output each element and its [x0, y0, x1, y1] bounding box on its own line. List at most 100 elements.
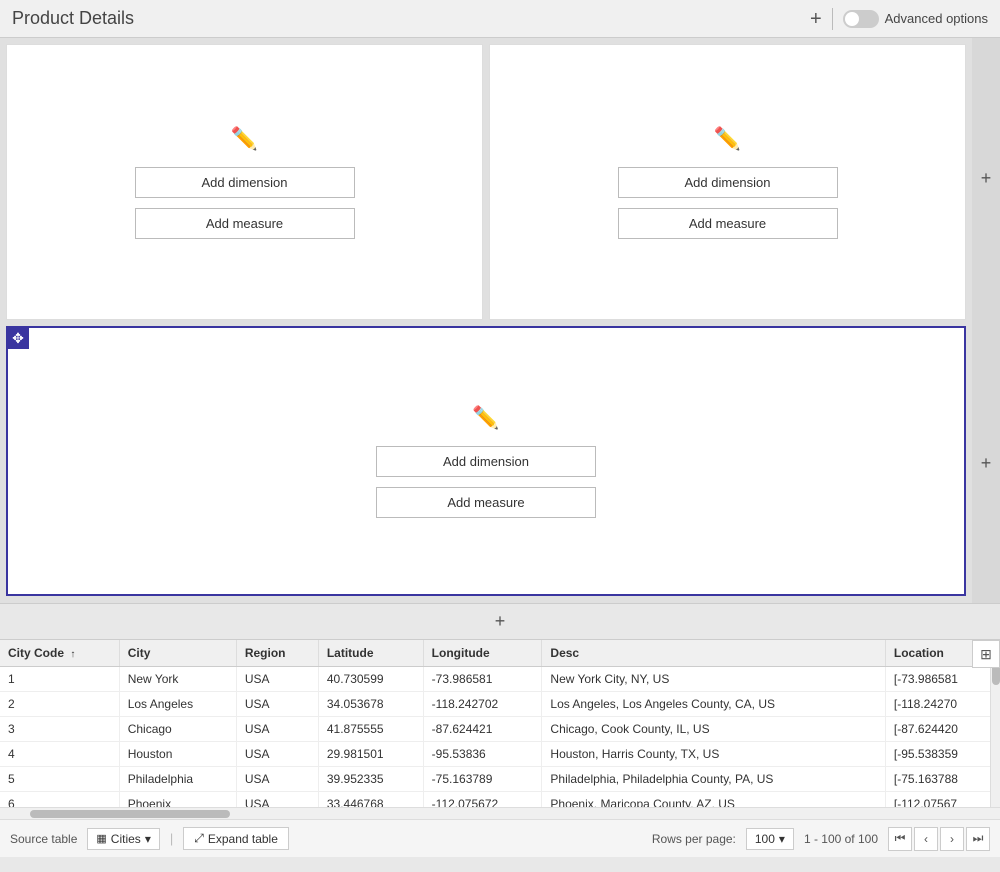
col-region[interactable]: Region [236, 640, 318, 667]
wand-icon-bottom: ✏️ [472, 405, 499, 431]
cell-location: [-73.986581 [885, 667, 1000, 692]
table-body: 1New YorkUSA40.730599-73.986581New York … [0, 667, 1000, 808]
right-sidebar: + + [972, 38, 1000, 603]
data-table: City Code ↑ City Region Latitude Longitu… [0, 640, 1000, 807]
sidebar-plus-bottom[interactable]: + [981, 453, 992, 474]
prev-page-btn[interactable]: ‹ [914, 827, 938, 851]
rows-chevron: ▾ [779, 832, 785, 846]
table-section: ⊞ City Code ↑ City Region Latitude Longi… [0, 639, 1000, 857]
table-row: 1New YorkUSA40.730599-73.986581New York … [0, 667, 1000, 692]
expand-table-divider: | [170, 831, 173, 846]
top-right-widget: ✏️ Add dimension Add measure [489, 44, 966, 320]
add-row-icon[interactable]: + [495, 611, 506, 632]
cell-longitude: -112.075672 [423, 792, 542, 808]
cell-latitude: 39.952335 [318, 767, 423, 792]
cell-region: USA [236, 667, 318, 692]
cell-region: USA [236, 767, 318, 792]
cell-region: USA [236, 692, 318, 717]
cell-city: New York [119, 667, 236, 692]
table-row: 2Los AngelesUSA34.053678-118.242702Los A… [0, 692, 1000, 717]
cell-longitude: -118.242702 [423, 692, 542, 717]
table-header-row: City Code ↑ City Region Latitude Longitu… [0, 640, 1000, 667]
add-row-bar[interactable]: + [0, 603, 1000, 639]
add-dimension-btn-top-left[interactable]: Add dimension [135, 167, 355, 198]
top-left-widget: ✏️ Add dimension Add measure [6, 44, 483, 320]
cell-location: [-118.24270 [885, 692, 1000, 717]
cell-longitude: -95.53836 [423, 742, 542, 767]
cell-city: Phoenix [119, 792, 236, 808]
add-dimension-btn-bottom[interactable]: Add dimension [376, 446, 596, 477]
cell-location: [-87.624420 [885, 717, 1000, 742]
expand-icon: ⤢ [194, 831, 204, 846]
toggle-track[interactable] [843, 10, 879, 28]
cell-city: Philadelphia [119, 767, 236, 792]
cell-region: USA [236, 742, 318, 767]
advanced-options-toggle[interactable]: Advanced options [843, 10, 988, 28]
col-city[interactable]: City [119, 640, 236, 667]
cell-city: Los Angeles [119, 692, 236, 717]
pagination-nav: ⏮ ‹ › ⏭ [888, 827, 990, 851]
last-page-btn[interactable]: ⏭ [966, 827, 990, 851]
add-measure-btn-bottom[interactable]: Add measure [376, 487, 596, 518]
table-footer: Source table ▦ Cities ▾ | ⤢ Expand table… [0, 819, 1000, 857]
table-icon: ▦ [96, 832, 106, 845]
cell-location: [-95.538359 [885, 742, 1000, 767]
wand-icon-top-right: ✏️ [714, 126, 741, 152]
rows-per-page-select[interactable]: 100 ▾ [746, 828, 794, 850]
header-controls: + Advanced options [810, 8, 988, 30]
sidebar-plus-top[interactable]: + [981, 168, 992, 189]
cell-desc: Philadelphia, Philadelphia County, PA, U… [542, 767, 885, 792]
cell-city_code: 4 [0, 742, 119, 767]
cell-city_code: 2 [0, 692, 119, 717]
table-row: 3ChicagoUSA41.875555-87.624421Chicago, C… [0, 717, 1000, 742]
page-info: 1 - 100 of 100 [804, 832, 878, 846]
cell-location: [-112.07567 [885, 792, 1000, 808]
cell-longitude: -73.986581 [423, 667, 542, 692]
cell-location: [-75.163788 [885, 767, 1000, 792]
table-name-select[interactable]: ▦ Cities ▾ [87, 828, 159, 850]
canvas-wrapper: ✏️ Add dimension Add measure ✏️ Add dime… [0, 38, 1000, 872]
grid-view-button[interactable]: ⊞ [972, 640, 1000, 668]
advanced-options-label: Advanced options [885, 11, 988, 26]
cell-city: Houston [119, 742, 236, 767]
cell-region: USA [236, 717, 318, 742]
table-name-value: Cities [111, 832, 141, 846]
footer-right: Rows per page: 100 ▾ 1 - 100 of 100 ⏮ ‹ … [652, 827, 990, 851]
cell-city_code: 3 [0, 717, 119, 742]
col-city-code[interactable]: City Code ↑ [0, 640, 119, 667]
cell-latitude: 41.875555 [318, 717, 423, 742]
cell-latitude: 33.446768 [318, 792, 423, 808]
toggle-thumb [845, 12, 859, 26]
cell-desc: Phoenix, Maricopa County, AZ, US [542, 792, 885, 808]
col-latitude[interactable]: Latitude [318, 640, 423, 667]
panel-row-1: ✏️ Add dimension Add measure ✏️ Add dime… [0, 38, 972, 323]
table-row: 4HoustonUSA29.981501-95.53836Houston, Ha… [0, 742, 1000, 767]
add-dimension-btn-top-right[interactable]: Add dimension [618, 167, 838, 198]
cell-city_code: 5 [0, 767, 119, 792]
cell-longitude: -75.163789 [423, 767, 542, 792]
col-longitude[interactable]: Longitude [423, 640, 542, 667]
cell-desc: Chicago, Cook County, IL, US [542, 717, 885, 742]
col-desc[interactable]: Desc [542, 640, 885, 667]
horizontal-scrollbar[interactable] [0, 807, 1000, 819]
expand-table-button[interactable]: ⤢ Expand table [183, 827, 289, 850]
first-page-btn[interactable]: ⏮ [888, 827, 912, 851]
footer-left: Source table ▦ Cities ▾ | ⤢ Expand table [10, 827, 289, 850]
page-title: Product Details [12, 8, 134, 29]
table-row: 6PhoenixUSA33.446768-112.075672Phoenix, … [0, 792, 1000, 808]
add-measure-btn-top-right[interactable]: Add measure [618, 208, 838, 239]
add-button[interactable]: + [810, 9, 822, 29]
bottom-widget: ✥ ✏️ Add dimension Add measure [6, 326, 966, 596]
cell-desc: Los Angeles, Los Angeles County, CA, US [542, 692, 885, 717]
add-measure-btn-top-left[interactable]: Add measure [135, 208, 355, 239]
cell-city: Chicago [119, 717, 236, 742]
next-page-btn[interactable]: › [940, 827, 964, 851]
expand-label: Expand table [208, 832, 278, 846]
cell-city_code: 1 [0, 667, 119, 692]
move-handle[interactable]: ✥ [7, 327, 29, 349]
source-table-label: Source table [10, 832, 77, 846]
panels-column: ✏️ Add dimension Add measure ✏️ Add dime… [0, 38, 972, 603]
cell-latitude: 40.730599 [318, 667, 423, 692]
cell-region: USA [236, 792, 318, 808]
table-wrapper: ⊞ City Code ↑ City Region Latitude Longi… [0, 640, 1000, 807]
